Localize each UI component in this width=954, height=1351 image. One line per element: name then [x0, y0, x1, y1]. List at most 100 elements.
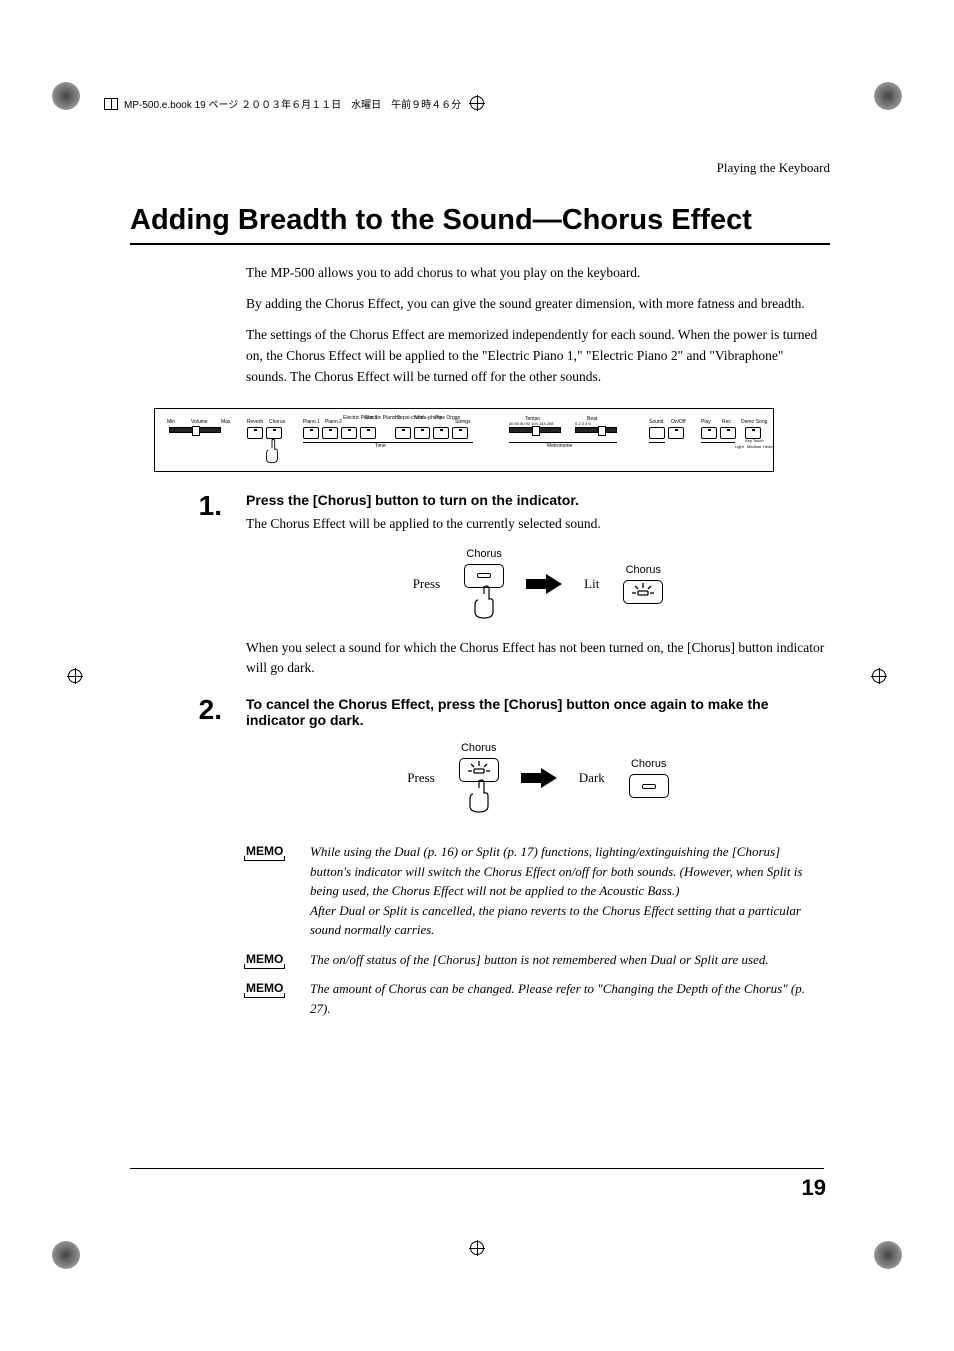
reverb-button — [247, 427, 263, 439]
panel-diagram: Min Volume Max Reverb Chorus Piano 1 Pia… — [154, 408, 774, 472]
memo-1b: After Dual or Split is cancelled, the pi… — [310, 903, 801, 938]
crop-mark-cross — [60, 661, 90, 691]
memo-3-body: The amount of Chorus can be changed. Ple… — [310, 979, 818, 1018]
intro-p1: The MP-500 allows you to add chorus to w… — [246, 263, 818, 284]
lbl-keytouch: Key Touch — [745, 438, 764, 443]
beat-slider — [575, 427, 617, 433]
lbl-sound: Sound — [649, 419, 663, 425]
lbl-light: Light — [735, 444, 744, 449]
arrow-right-icon — [524, 572, 564, 596]
step-1-text1: The Chorus Effect will be applied to the… — [246, 514, 830, 534]
chorus-button-dark: Chorus — [629, 758, 669, 798]
lbl-demosong: Demo Song — [741, 419, 767, 425]
lbl-pipe: Pipe Organ — [435, 415, 453, 421]
running-head: Playing the Keyboard — [130, 160, 830, 176]
chorus-button-lit: Chorus — [623, 564, 663, 604]
sound-line — [649, 442, 665, 443]
onoff-button — [668, 427, 684, 439]
chorus-button-pressed: Chorus — [464, 548, 504, 620]
page-title: Adding Breadth to the Sound—Chorus Effec… — [130, 204, 830, 245]
press-label: Press — [413, 576, 440, 592]
page-content: Playing the Keyboard Adding Breadth to t… — [130, 160, 830, 1024]
rec-button — [720, 427, 736, 439]
lbl-medium: Medium — [747, 444, 761, 449]
intro-block: The MP-500 allows you to add chorus to w… — [246, 263, 818, 388]
memo-1a: While using the Dual (p. 16) or Split (p… — [310, 844, 802, 898]
chorus-caption: Chorus — [631, 758, 666, 770]
arrow-right-icon — [519, 766, 559, 790]
tone-button — [395, 427, 411, 439]
lbl-onoff: On/Off — [671, 419, 686, 425]
step-1: 1. Press the [Chorus] button to turn on … — [130, 492, 830, 689]
tempo-slider — [509, 427, 561, 433]
tone-button — [414, 427, 430, 439]
lbl-min: Min — [167, 419, 175, 425]
book-icon — [104, 98, 118, 110]
tone-button — [360, 427, 376, 439]
header-strip-text: MP-500.e.book 19 ページ ２００３年６月１１日 水曜日 午前９時… — [124, 96, 461, 111]
lbl-ep1: Electric Piano 1 — [343, 415, 363, 421]
chorus-caption: Chorus — [466, 548, 501, 560]
memo-icon: MEMO — [246, 979, 298, 1018]
intro-p2: By adding the Chorus Effect, you can giv… — [246, 294, 818, 315]
step-number: 2. — [130, 696, 246, 724]
step-2: 2. To cancel the Chorus Effect, press th… — [130, 696, 830, 832]
page-number: 19 — [802, 1175, 826, 1201]
metronome-line — [509, 442, 617, 443]
crop-mark-cross — [864, 661, 894, 691]
tone-button — [341, 427, 357, 439]
lbl-heavy: Heavy — [763, 444, 774, 449]
lbl-volume: Volume — [191, 419, 208, 425]
sound-button — [649, 427, 665, 439]
lbl-vibra: Vibra-phone — [415, 415, 433, 421]
lbl-strings: Strings — [455, 419, 471, 425]
lbl-play: Play — [701, 419, 711, 425]
crop-mark-circle — [874, 82, 902, 110]
crop-mark-cross — [462, 1233, 492, 1263]
step-1-head: Press the [Chorus] button to turn on the… — [246, 492, 830, 508]
press-label: Press — [407, 770, 434, 786]
memo-icon: MEMO — [246, 950, 298, 970]
crop-mark-circle — [52, 1241, 80, 1269]
page-number-rule — [130, 1168, 824, 1169]
lbl-max: Max — [221, 419, 230, 425]
crop-mark-circle — [52, 82, 80, 110]
lbl-metronome: Metronome — [547, 443, 572, 449]
chorus-button-pressed: Chorus — [459, 742, 499, 814]
chorus-caption: Chorus — [461, 742, 496, 754]
tone-button — [452, 427, 468, 439]
step-1-diagram: Press Chorus Lit Chorus — [388, 548, 688, 620]
volume-slider — [169, 427, 221, 433]
lbl-piano2: Piano 2 — [325, 419, 342, 425]
memo-2: MEMO The on/off status of the [Chorus] b… — [246, 950, 818, 970]
finger-icon — [469, 584, 499, 620]
tone-button — [433, 427, 449, 439]
lbl-chorus: Chorus — [269, 419, 285, 425]
step-number: 1. — [130, 492, 246, 520]
lbl-beat-vals: 0 2 3 4 6 — [575, 421, 591, 426]
memo-3: MEMO The amount of Chorus can be changed… — [246, 979, 818, 1018]
dark-label: Dark — [579, 770, 605, 786]
finger-icon — [263, 437, 281, 465]
lbl-reverb: Reverb — [247, 419, 263, 425]
step-2-head: To cancel the Chorus Effect, press the [… — [246, 696, 830, 728]
lit-label: Lit — [584, 576, 599, 592]
chorus-caption: Chorus — [626, 564, 661, 576]
play-button — [701, 427, 717, 439]
tone-button — [303, 427, 319, 439]
crop-mark-circle — [874, 1241, 902, 1269]
lbl-harpsi: Harpsi-chord — [395, 415, 413, 421]
crop-mark-cross — [462, 88, 492, 118]
step-2-diagram: Press Chorus — [388, 742, 688, 814]
recorder-line — [701, 442, 735, 443]
lbl-ep2: Electric Piano 2 — [365, 415, 385, 421]
step-1-text2: When you select a sound for which the Ch… — [246, 638, 830, 679]
finger-icon — [464, 778, 494, 814]
header-strip: MP-500.e.book 19 ページ ２００３年６月１１日 水曜日 午前９時… — [104, 96, 461, 111]
memo-icon: MEMO — [246, 842, 298, 940]
tone-line — [303, 442, 473, 443]
memo-1-body: While using the Dual (p. 16) or Split (p… — [310, 842, 818, 940]
intro-p3: The settings of the Chorus Effect are me… — [246, 325, 818, 388]
memo-1: MEMO While using the Dual (p. 16) or Spl… — [246, 842, 818, 940]
lbl-rec: Rec — [722, 419, 731, 425]
